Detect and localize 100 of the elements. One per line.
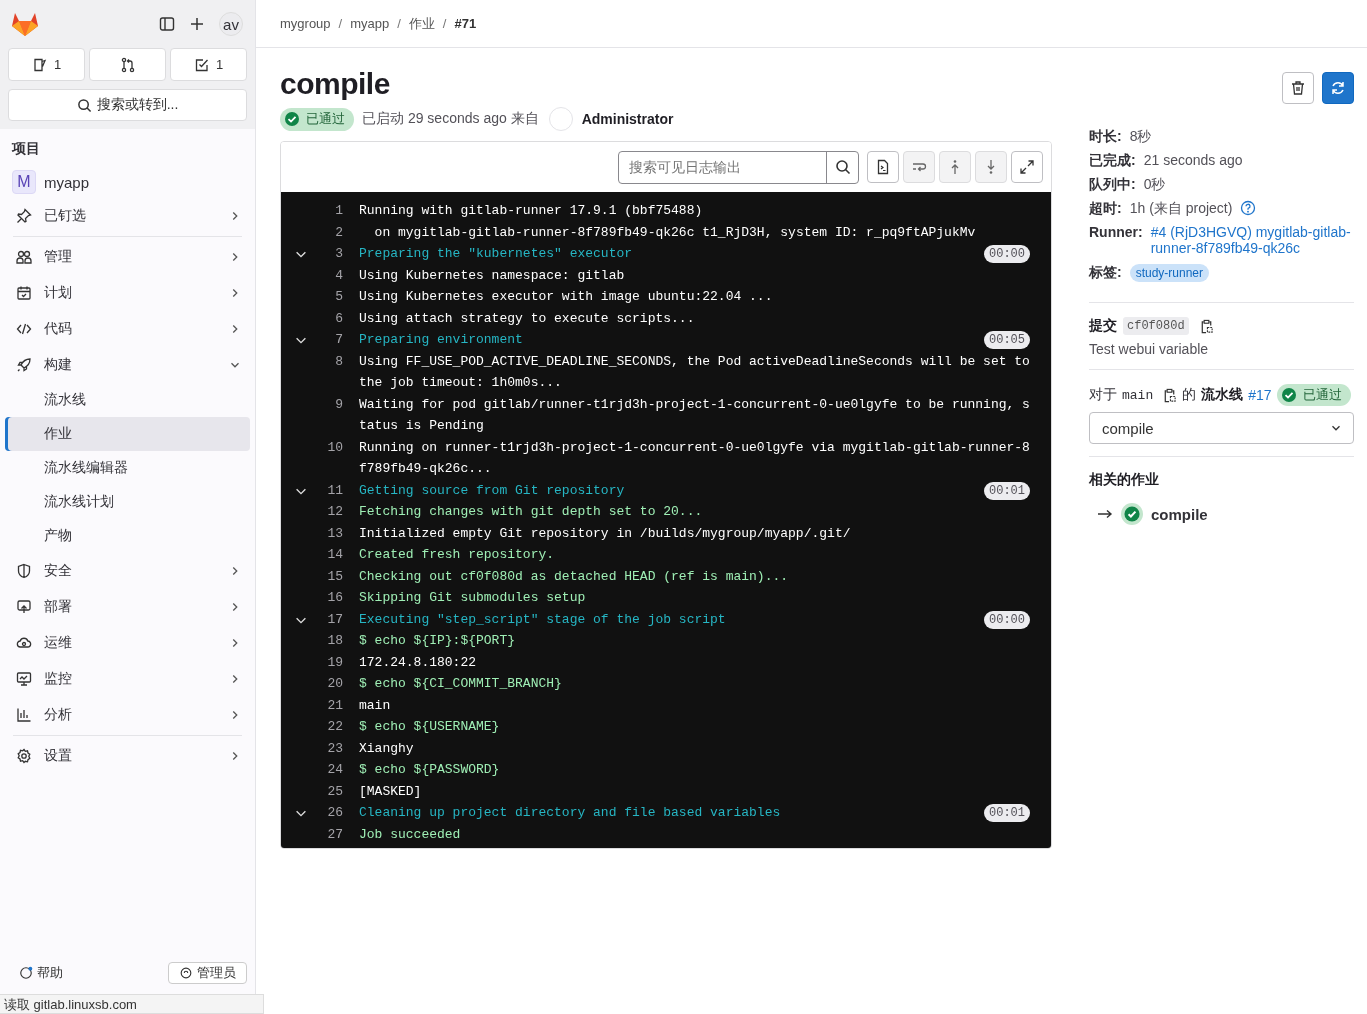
tag-badge: study-runner (1129, 264, 1210, 282)
line-number: 14 (326, 546, 343, 564)
sidebar-toggle-icon[interactable] (159, 16, 175, 32)
fullscreen-button[interactable] (1011, 151, 1043, 183)
status-bar: 读取 gitlab.linuxsb.com (0, 994, 264, 1014)
admin-button[interactable]: 管理员 (168, 962, 247, 984)
duration-badge: 00:05 (984, 331, 1030, 349)
nav-item[interactable]: 代码 (5, 311, 250, 347)
merge-request-button[interactable] (89, 48, 166, 81)
status-icon (1121, 503, 1143, 525)
line-number: 18 (326, 632, 343, 650)
breadcrumb-link[interactable]: #71 (454, 16, 477, 31)
search-button[interactable]: 搜索或转到... (8, 89, 247, 121)
todo-icon (193, 56, 210, 73)
line-number: 5 (334, 288, 343, 306)
nav-item[interactable]: 安全 (5, 553, 250, 589)
nav-item[interactable]: 运维 (5, 625, 250, 661)
logo-icon[interactable] (11, 11, 39, 37)
line-number: 1 (334, 202, 343, 220)
log-line: Running on runner-t1rjd3h-project-1-concurrent-0-ue0lgyfe via mygitlab-gitlab-runner-8f789fb49-qk26c... (359, 438, 1030, 478)
section-title: 相关的作业 (1089, 471, 1160, 489)
nav-item[interactable]: 管理 (5, 239, 250, 275)
project-avatar: M (12, 170, 36, 194)
retry-button[interactable] (1322, 72, 1354, 104)
log-line: Preparing the "kubernetes" executor (359, 245, 633, 263)
rocket-icon (16, 357, 32, 373)
pin-icon (16, 208, 32, 224)
copy-icon[interactable] (1162, 387, 1178, 403)
project-link[interactable]: M myapp (5, 166, 250, 198)
line-number: 20 (326, 675, 343, 693)
log-line: $ echo ${IP}:${PORT} (359, 632, 517, 650)
nav-subitem[interactable]: 作业 (5, 417, 250, 451)
detail-label: 标签: (1089, 264, 1122, 282)
line-number: 3 (334, 245, 343, 263)
line-number: 22 (326, 718, 343, 736)
user-avatar[interactable]: av (219, 12, 243, 36)
nav-item[interactable]: 监控 (5, 661, 250, 697)
log-line: Initialized empty Git repository in /builds/mygroup/myapp/.git/ (359, 524, 852, 543)
log-line: [MASKED] (359, 782, 423, 801)
raw-log-button[interactable] (867, 151, 899, 183)
nav-subitem[interactable]: 流水线编辑器 (5, 451, 250, 485)
status-badge: 已通过 (280, 107, 354, 131)
log-line: Using Kubernetes namespace: gitlab (359, 266, 626, 285)
log-line: Executing "step_script" stage of the job script (359, 610, 726, 629)
line-number: 7 (334, 331, 343, 349)
nav-subitem[interactable]: 流水线计划 (5, 485, 250, 519)
trash-icon (1290, 80, 1306, 96)
monitor-icon (16, 671, 32, 687)
log-search-field[interactable]: 搜索可见日志输出 (618, 150, 859, 184)
cloud-icon (16, 635, 32, 651)
started-text: 已启动 29 seconds ago 来自 (362, 110, 539, 128)
log-line: Using attach strategy to execute scripts... (359, 309, 696, 328)
issues-button[interactable]: 1 (8, 48, 85, 81)
scroll-bottom-button[interactable] (975, 151, 1007, 183)
calendar-icon (16, 285, 32, 301)
search-input[interactable]: 搜索可见日志输出 (619, 151, 826, 183)
log-line: Preparing environment (359, 331, 523, 349)
breadcrumb-separator: / (442, 16, 447, 31)
breadcrumb-link[interactable]: myapp (350, 16, 390, 31)
commit-sha[interactable]: cf0f080d (1123, 317, 1189, 335)
delete-button[interactable] (1282, 72, 1314, 104)
line-number: 6 (334, 309, 343, 328)
log-line: $ echo ${PASSWORD} (359, 761, 501, 779)
nav-item[interactable]: 分析 (5, 697, 250, 733)
detail-label: 队列中: (1089, 176, 1136, 192)
retry-icon (1330, 80, 1346, 96)
plus-icon[interactable] (189, 16, 205, 32)
runner-link[interactable]: #4 (RjD3HGVQ) mygitlab-gitlab-runner-8f789fb49-qk26c (1150, 224, 1354, 256)
nav-item[interactable]: 构建 (5, 347, 250, 383)
breadcrumb-link[interactable]: 作业 (408, 14, 435, 33)
help-icon[interactable] (1240, 200, 1257, 216)
log-line: Getting source from Git repository (359, 481, 625, 500)
pipeline-link[interactable]: #17 (1248, 387, 1272, 403)
line-number: 27 (326, 825, 343, 844)
help-button[interactable]: 帮助 (15, 962, 67, 984)
nav-item[interactable]: 已钉选 (5, 198, 250, 234)
stage-dropdown[interactable]: compile (1089, 412, 1354, 444)
branch-name[interactable]: main (1122, 387, 1154, 403)
job-link[interactable]: compile (1151, 505, 1208, 523)
log-line: main (359, 696, 392, 715)
nav-subitem[interactable]: 流水线 (5, 383, 250, 417)
log-line: Using FF_USE_POD_ACTIVE_DEADLINE_SECONDS, the Pod activeDeadlineSeconds will be set to the job timeout: 1h0m0s... (359, 352, 1030, 392)
breadcrumb-link[interactable]: mygroup (280, 16, 331, 31)
line-number: 9 (334, 395, 343, 414)
scroll-top-button[interactable] (939, 151, 971, 183)
line-number: 10 (326, 438, 343, 457)
user-link[interactable]: Administrator (581, 111, 674, 127)
detail-value: 21 seconds ago (1143, 152, 1243, 168)
shield-icon (16, 563, 32, 579)
pipeline-prefix: 对于 (1089, 386, 1117, 404)
line-number: 11 (326, 481, 343, 500)
search-icon (76, 97, 92, 113)
nav-item[interactable]: 计划 (5, 275, 250, 311)
nav-item[interactable]: 设置 (5, 738, 250, 774)
nav-item[interactable]: 部署 (5, 589, 250, 625)
line-number: 12 (326, 503, 343, 521)
nav-subitem[interactable]: 产物 (5, 519, 250, 553)
line-number: 13 (326, 524, 343, 543)
log-line: $ echo ${USERNAME} (359, 718, 501, 736)
todos-button[interactable]: 1 (170, 48, 247, 81)
